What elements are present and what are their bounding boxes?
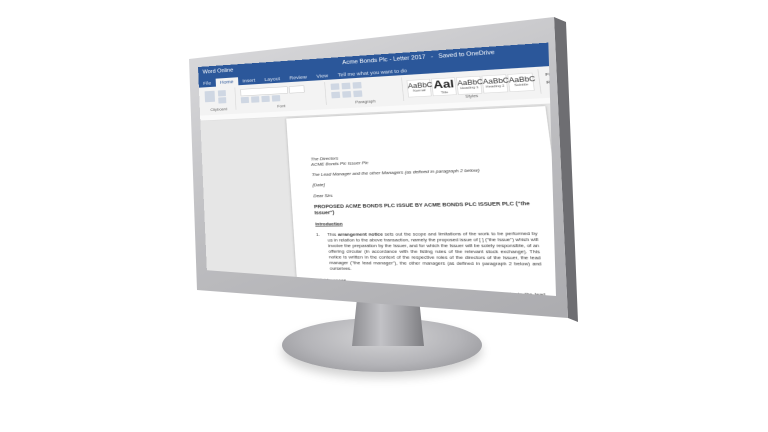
section-heading: Introduction [315,219,536,227]
style-heading-2[interactable]: AaBbC Heading 2 [482,74,509,93]
page-count: Page 1 of 3 [214,323,235,328]
defined-term: arrangement notice [338,231,383,236]
paste-icon[interactable] [205,91,215,103]
copy-icon[interactable] [218,97,226,103]
paragraph-text: This arrangement notice sets out the sco… [327,231,543,274]
cut-icon[interactable] [218,90,226,96]
save-state: Saved to OneDrive [438,50,495,60]
font-color-icon[interactable] [272,95,281,102]
word-count: About 1,200 words [251,324,287,329]
underline-icon[interactable] [261,96,269,103]
paragraph-body: sets out the scope and limitations of th… [327,231,541,272]
style-subtitle[interactable]: AaBbC Subtitle [507,73,534,92]
italic-icon[interactable] [251,96,259,103]
app-name[interactable]: Word Online [202,68,233,76]
date-line: [Date] [312,178,531,189]
addressee-line: The Lead Manager and the other Managers … [312,166,530,178]
font-name-select[interactable] [240,86,288,96]
indent-icon[interactable] [353,82,362,89]
salutation: Dear Sirs [313,189,532,199]
monitor-scene: Word Online Acme Bonds Plc - Letter 2017… [0,0,768,432]
bullets-icon[interactable] [331,83,340,90]
paragraph-1: 1. This arrangement notice sets out the … [316,231,543,274]
styles-group: AaBbCc Normal AaI Title AaBbCc Heading 1… [404,69,542,101]
user-name[interactable]: Stuart Barr [603,40,640,49]
addressee-block: The Directors ACME Bonds Plc Issuer Plc [310,149,528,167]
numbering-icon[interactable] [341,83,350,90]
paragraph-lead: This [327,232,338,237]
bold-icon[interactable] [241,97,249,104]
paragraph-group: Paragraph [327,77,404,105]
clipboard-group: Clipboard [201,87,236,111]
style-sample: AaI [432,78,456,92]
align-right-icon[interactable] [353,90,362,97]
align-left-icon[interactable] [331,92,340,99]
style-heading-1[interactable]: AaBbCc Heading 1 [456,76,482,95]
font-size-select[interactable] [289,85,305,93]
comment-button[interactable]: Comment [567,108,597,116]
addressee-line: ACME Bonds Plc Issuer Plc [311,160,369,167]
font-group: Font [237,82,327,110]
letter-heading: PROPOSED ACME BONDS PLC ISSUE BY ACME BO… [314,200,535,216]
paragraph-label: Paragraph [328,98,403,106]
style-name: Heading 1 [458,86,481,91]
clipboard-label: Clipboard [202,107,236,112]
style-title[interactable]: AaI Title [431,77,457,96]
style-name: Heading 2 [483,84,507,89]
style-normal[interactable]: AaBbCc Normal [407,79,432,98]
feedback-link[interactable]: Give Feedback to Microsoft [583,334,650,341]
zoom-level[interactable]: 100% [553,333,567,338]
align-center-icon[interactable] [342,91,351,98]
